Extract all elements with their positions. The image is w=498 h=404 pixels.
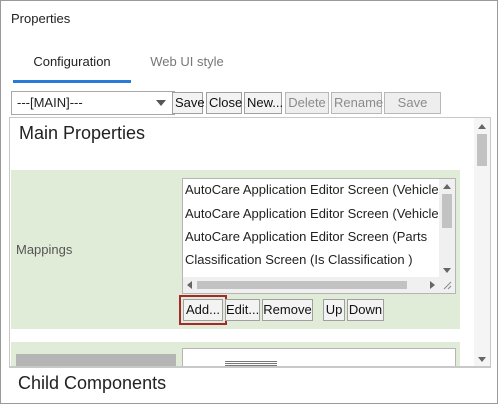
configuration-select-value: ---[MAIN]--- xyxy=(17,95,83,110)
listbox-horizontal-scrollbar[interactable] xyxy=(183,277,439,293)
property-field[interactable] xyxy=(182,348,456,366)
scrollbar-thumb[interactable] xyxy=(477,134,487,166)
delete-button[interactable]: Delete xyxy=(285,92,329,114)
property-label-placeholder xyxy=(16,354,176,366)
child-components-heading: Child Components xyxy=(18,373,167,393)
scrollbar-thumb[interactable] xyxy=(197,281,407,289)
save-button[interactable]: Save xyxy=(172,92,205,114)
scroll-down-arrow-icon[interactable] xyxy=(478,357,486,362)
scroll-up-arrow-icon[interactable] xyxy=(478,124,486,129)
splitter-grip-icon[interactable] xyxy=(225,361,277,367)
scroll-right-arrow-icon[interactable] xyxy=(430,281,435,289)
edit-mapping-button[interactable]: Edit... xyxy=(225,299,260,321)
resize-grip-icon[interactable] xyxy=(439,277,455,293)
properties-window: Properties Configuration Web UI style --… xyxy=(0,0,498,404)
mappings-listbox[interactable]: AutoCare Application Editor Screen (Vehi… xyxy=(182,178,456,294)
divider xyxy=(9,367,491,368)
listbox-vertical-scrollbar[interactable] xyxy=(439,179,455,278)
scroll-up-arrow-icon[interactable] xyxy=(443,184,451,189)
add-mapping-button[interactable]: Add... xyxy=(179,295,227,325)
list-item[interactable]: AutoCare Application Editor Screen (Part… xyxy=(185,227,439,249)
new-button[interactable]: New... xyxy=(244,92,283,114)
move-down-button[interactable]: Down xyxy=(347,299,384,321)
chevron-down-icon xyxy=(156,100,166,106)
scroll-left-arrow-icon[interactable] xyxy=(187,281,192,289)
close-button[interactable]: Close xyxy=(206,92,242,114)
mappings-section: Mappings AutoCare Application Editor Scr… xyxy=(11,170,460,329)
main-properties-heading: Main Properties xyxy=(19,123,146,143)
scrollbar-thumb[interactable] xyxy=(442,194,452,228)
list-item[interactable]: AutoCare Application Editor Screen (Vehi… xyxy=(185,204,439,226)
save-as-button[interactable]: Save as... xyxy=(384,92,441,130)
window-title: Properties xyxy=(11,11,71,26)
tab-web-ui-style[interactable]: Web UI style xyxy=(137,51,237,83)
move-up-button[interactable]: Up xyxy=(323,299,345,321)
list-item[interactable]: Classification Screen (Is Classification… xyxy=(185,250,439,272)
tab-bar: Configuration Web UI style xyxy=(13,51,487,83)
configuration-select[interactable]: ---[MAIN]--- xyxy=(11,91,175,115)
properties-scroll-pane[interactable]: Main Properties Mappings AutoCare Applic… xyxy=(9,117,491,367)
scroll-down-arrow-icon[interactable] xyxy=(443,268,451,273)
remove-mapping-button[interactable]: Remove xyxy=(262,299,313,321)
pane-vertical-scrollbar[interactable] xyxy=(474,118,490,366)
toolbar: ---[MAIN]--- Save Close New... Delete Re… xyxy=(9,89,491,130)
list-item[interactable]: AutoCare Application Editor Screen (Vehi… xyxy=(185,180,439,202)
mappings-label: Mappings xyxy=(16,242,73,257)
rename-button[interactable]: Rename xyxy=(331,92,383,114)
tab-configuration[interactable]: Configuration xyxy=(13,51,131,83)
